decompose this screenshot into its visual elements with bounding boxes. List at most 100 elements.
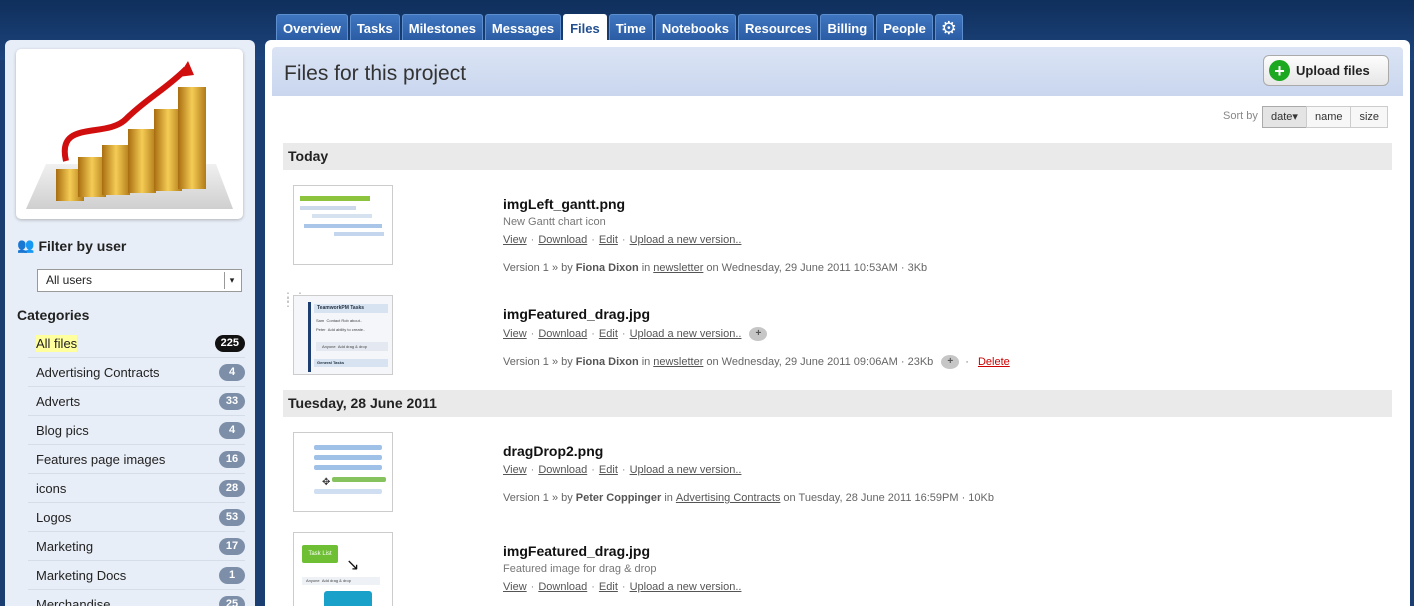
download-link[interactable]: Download — [538, 328, 587, 340]
tab-time[interactable]: Time — [608, 14, 653, 41]
category-item[interactable]: Marketing 17 — [28, 532, 245, 561]
category-item-all-files[interactable]: All files 225 — [28, 329, 245, 358]
file-thumbnail[interactable] — [293, 185, 393, 265]
caret-down-icon: ▾ — [1292, 111, 1298, 123]
tab-tasks[interactable]: Tasks — [349, 14, 400, 41]
download-link[interactable]: Download — [538, 581, 587, 593]
dropdown-arrow-icon: ▾ — [224, 272, 239, 289]
file-thumbnail[interactable]: ✥ — [293, 432, 393, 512]
file-thumbnail[interactable]: TeamworkPM Tasks Sam Contact Rob about..… — [293, 295, 393, 375]
project-logo — [16, 49, 243, 219]
growth-chart-image — [26, 61, 233, 209]
count-badge: 16 — [219, 450, 245, 468]
tab-settings[interactable]: ⚙ — [934, 14, 963, 41]
category-list: All files 225 Advertising Contracts 4 Ad… — [28, 329, 245, 606]
tab-notebooks[interactable]: Notebooks — [654, 14, 736, 41]
category-link[interactable]: newsletter — [653, 356, 703, 368]
add-comment-icon[interactable]: + — [749, 327, 768, 341]
thumb-bar — [308, 302, 311, 372]
category-link[interactable]: Advertising Contracts — [676, 492, 781, 504]
count-badge: 1 — [219, 566, 245, 584]
panel-header: Files for this project + Upload files — [272, 47, 1403, 96]
sort-by-date-button[interactable]: date▾ — [1262, 106, 1307, 128]
tab-billing[interactable]: Billing — [820, 14, 875, 41]
category-item[interactable]: Adverts 33 — [28, 387, 245, 416]
upload-version-link[interactable]: Upload a new version.. — [630, 464, 742, 476]
tab-milestones[interactable]: Milestones — [401, 14, 483, 41]
category-item[interactable]: Advertising Contracts 4 — [28, 358, 245, 387]
tab-messages[interactable]: Messages — [484, 14, 562, 41]
thumb-text: Sam Contact Rob about.. — [316, 318, 363, 323]
thumb-text: General Tasks — [314, 359, 388, 367]
tab-people[interactable]: People — [876, 14, 933, 41]
file-name[interactable]: imgFeatured_drag.jpg — [503, 306, 650, 322]
drag-drop-thumbnail-image: ✥ — [314, 445, 386, 494]
view-link[interactable]: View — [503, 464, 527, 476]
sort-options: date▾ name size — [1262, 106, 1389, 128]
author-name: Fiona Dixon — [575, 356, 639, 368]
thumb-title: TeamworkPM Tasks — [314, 304, 388, 313]
file-meta: Version 1 » by Fiona Dixon in newsletter… — [503, 262, 928, 274]
file-name[interactable]: imgLeft_gantt.png — [503, 196, 625, 212]
view-link[interactable]: View — [503, 328, 527, 340]
thumb-text: Peter Add ability to create.. — [316, 327, 366, 332]
users-icon: 👥 — [17, 237, 35, 253]
user-filter-select[interactable]: All users ▾ — [37, 269, 242, 292]
view-link[interactable]: View — [503, 234, 527, 246]
thumb-text: Anyone Add drag & drop — [316, 342, 388, 351]
category-item[interactable]: icons 28 — [28, 474, 245, 503]
download-link[interactable]: Download — [538, 464, 587, 476]
categories-heading: Categories — [17, 307, 90, 323]
upload-files-button[interactable]: + Upload files — [1263, 55, 1389, 86]
file-description: New Gantt chart icon — [503, 216, 606, 228]
file-description: Featured image for drag & drop — [503, 563, 657, 575]
thumb-folder: Task List — [302, 545, 338, 563]
category-item[interactable]: Logos 53 — [28, 503, 245, 532]
category-item[interactable]: Marketing Docs 1 — [28, 561, 245, 590]
sidebar: 👥 Filter by user All users ▾ Categories … — [5, 40, 255, 606]
edit-link[interactable]: Edit — [599, 464, 618, 476]
category-item[interactable]: Features page images 16 — [28, 445, 245, 474]
upload-version-link[interactable]: Upload a new version.. — [630, 328, 742, 340]
upload-version-link[interactable]: Upload a new version.. — [630, 581, 742, 593]
date-group-header: Tuesday, 28 June 2011 — [283, 390, 1392, 417]
view-link[interactable]: View — [503, 581, 527, 593]
edit-link[interactable]: Edit — [599, 328, 618, 340]
sort-label: Sort by — [1223, 110, 1258, 122]
sort-by-size-button[interactable]: size — [1350, 106, 1389, 128]
tab-resources[interactable]: Resources — [737, 14, 819, 41]
file-meta: Version 1 » by Peter Coppinger in Advert… — [503, 492, 994, 504]
svg-text:✥: ✥ — [322, 477, 330, 488]
file-name[interactable]: dragDrop2.png — [503, 443, 603, 459]
tab-files[interactable]: Files — [563, 14, 607, 41]
edit-link[interactable]: Edit — [599, 581, 618, 593]
project-tabs: Overview Tasks Milestones Messages Files… — [276, 14, 963, 41]
author-name: Fiona Dixon — [575, 262, 639, 274]
category-item[interactable]: Blog pics 4 — [28, 416, 245, 445]
upload-version-link[interactable]: Upload a new version.. — [630, 234, 742, 246]
author-name: Peter Coppinger — [575, 492, 662, 504]
gear-icon: ⚙ — [940, 17, 957, 38]
count-badge: 33 — [219, 392, 245, 410]
tab-overview[interactable]: Overview — [276, 14, 348, 41]
plus-icon: + — [1269, 60, 1290, 81]
download-link[interactable]: Download — [538, 234, 587, 246]
file-name[interactable]: imgFeatured_drag.jpg — [503, 543, 650, 559]
category-item[interactable]: Merchandise 25 — [28, 590, 245, 606]
file-actions: View · Download · Edit · Upload a new versi… — [503, 327, 768, 341]
files-panel: Files for this project + Upload files So… — [265, 40, 1410, 606]
date-group-header: Today — [283, 143, 1392, 170]
file-actions: View · Download · Edit · Upload a new versi… — [503, 581, 742, 593]
edit-link[interactable]: Edit — [599, 234, 618, 246]
count-badge: 53 — [219, 508, 245, 526]
delete-link[interactable]: Delete — [978, 356, 1010, 368]
file-actions: View · Download · Edit · Upload a new versi… — [503, 464, 742, 476]
thumb-text: Anyone Add drag & drop — [302, 577, 380, 585]
category-link[interactable]: newsletter — [653, 262, 703, 274]
count-badge: 25 — [219, 595, 245, 606]
file-meta: Version 1 » by Fiona Dixon in newsletter… — [503, 355, 1010, 369]
file-thumbnail[interactable]: Task List ↘ Anyone Add drag & drop — [293, 532, 393, 606]
sort-by-name-button[interactable]: name — [1305, 106, 1352, 128]
filter-by-user-heading: 👥 Filter by user — [17, 237, 127, 254]
add-comment-icon[interactable]: + — [941, 355, 960, 369]
